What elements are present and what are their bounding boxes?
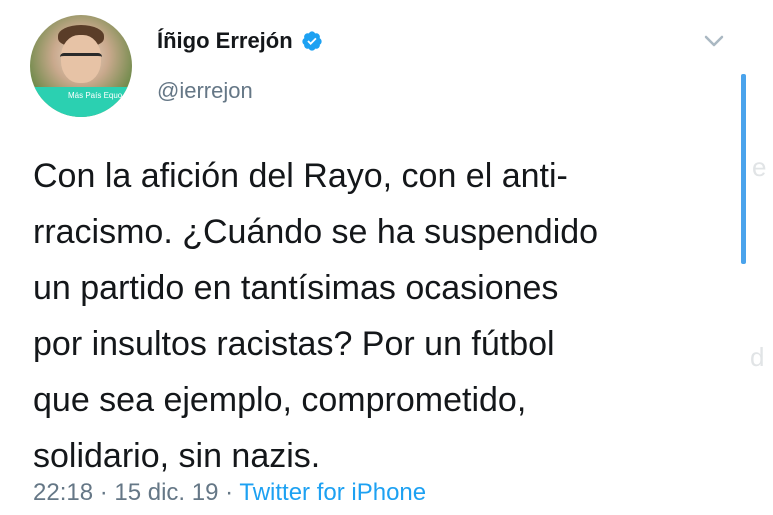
author-display-name[interactable]: Íñigo Errejón xyxy=(157,28,293,54)
tweet-text: Con la afición del Rayo, con el anti- rr… xyxy=(33,157,599,475)
tweet-card: Más País Equo Íñigo Errejón @ierrejon Co… xyxy=(0,0,773,515)
background-edge-fragment: e xyxy=(752,152,767,182)
tweet-time[interactable]: 22:18 xyxy=(33,479,93,506)
scroll-indicator[interactable] xyxy=(741,74,746,264)
avatar-glasses xyxy=(60,53,102,66)
avatar[interactable]: Más País Equo xyxy=(30,15,132,117)
avatar-party-badge: Más País Equo xyxy=(30,87,132,117)
tweet-source-link[interactable]: Twitter for iPhone xyxy=(239,479,426,506)
author-handle[interactable]: @ierrejon xyxy=(157,78,253,104)
chevron-down-icon[interactable] xyxy=(703,34,725,48)
tweet-date[interactable]: 15 dic. 19 xyxy=(114,479,218,506)
background-edge-fragment: d xyxy=(750,342,765,372)
author-name-row[interactable]: Íñigo Errejón xyxy=(157,28,323,54)
tweet-meta: 22:18 · 15 dic. 19 · Twitter for iPhone xyxy=(33,479,426,507)
verified-badge-icon xyxy=(302,31,322,51)
meta-separator: · xyxy=(218,479,240,506)
meta-separator: · xyxy=(93,479,115,506)
